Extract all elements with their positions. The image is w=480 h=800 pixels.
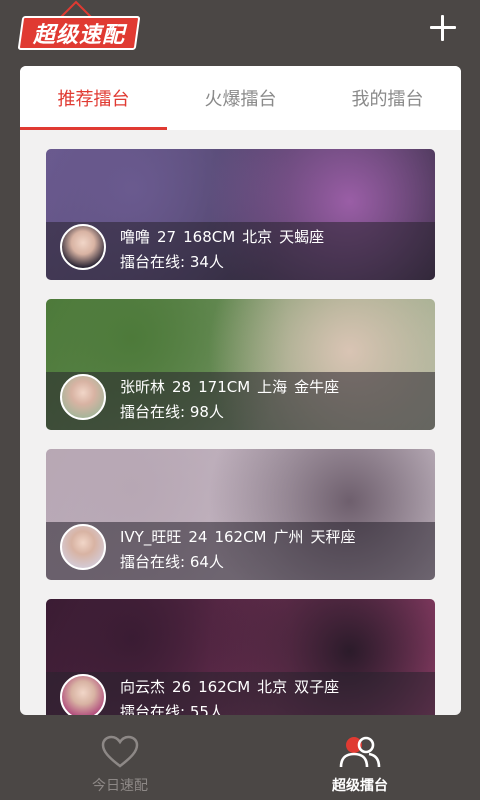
app-header: 超级速配 — [0, 0, 480, 62]
card-name: 噜噜 — [120, 228, 151, 246]
card-name: 向云杰 — [120, 678, 166, 696]
card-profile: 向云杰 26 162CM 北京 双子座 — [120, 676, 346, 697]
avatar[interactable] — [60, 224, 106, 270]
logo-text: 超级速配 — [32, 23, 125, 48]
card-height: 162CM — [198, 678, 251, 696]
nav-today-match[interactable]: 今日速配 — [0, 725, 240, 800]
avatar[interactable] — [60, 674, 106, 715]
card-sign: 天蝎座 — [279, 228, 325, 246]
card-city: 广州 — [273, 528, 304, 546]
bottom-nav: 今日速配 超级擂台 — [0, 725, 480, 800]
app-logo: 超级速配 — [17, 16, 141, 50]
main-panel: 推荐擂台 火爆擂台 我的擂台 噜噜 27 168CM 北京 天蝎座 擂台在线: 34人 … — [20, 66, 461, 715]
heart-icon — [101, 735, 139, 768]
card-profile: IVY_旺旺 24 162CM 广州 天秤座 — [120, 526, 363, 547]
card-age: 28 — [172, 378, 192, 396]
nav-super-arena[interactable]: 超级擂台 — [240, 725, 480, 800]
nav-label: 超级擂台 — [332, 778, 388, 794]
tab-recommended[interactable]: 推荐擂台 — [20, 66, 167, 130]
card-sign: 天秤座 — [310, 528, 356, 546]
nav-label: 今日速配 — [92, 778, 148, 794]
arena-list: 噜噜 27 168CM 北京 天蝎座 擂台在线: 34人 张昕林 28 171CM 上海 金牛座… — [46, 149, 435, 715]
card-online: 擂台在线: 55人 — [120, 703, 224, 715]
card-online: 擂台在线: 64人 — [120, 553, 224, 571]
card-name: IVY_旺旺 — [120, 528, 182, 546]
card-name: 张昕林 — [120, 378, 166, 396]
card-city: 上海 — [257, 378, 288, 396]
arena-card[interactable]: 向云杰 26 162CM 北京 双子座 擂台在线: 55人 — [46, 599, 435, 715]
card-city: 北京 — [257, 678, 288, 696]
card-height: 162CM — [214, 528, 267, 546]
arena-card[interactable]: 噜噜 27 168CM 北京 天蝎座 擂台在线: 34人 — [46, 149, 435, 280]
card-profile: 噜噜 27 168CM 北京 天蝎座 — [120, 226, 331, 247]
card-height: 168CM — [183, 228, 236, 246]
card-online: 擂台在线: 98人 — [120, 403, 224, 421]
people-icon — [339, 736, 381, 768]
card-age: 27 — [157, 228, 177, 246]
card-city: 北京 — [242, 228, 273, 246]
tab-bar: 推荐擂台 火爆擂台 我的擂台 — [20, 66, 461, 130]
arena-card[interactable]: 张昕林 28 171CM 上海 金牛座 擂台在线: 98人 — [46, 299, 435, 430]
arena-card[interactable]: IVY_旺旺 24 162CM 广州 天秤座 擂台在线: 64人 — [46, 449, 435, 580]
add-icon[interactable] — [430, 15, 456, 41]
card-online: 擂台在线: 34人 — [120, 253, 224, 271]
card-age: 26 — [172, 678, 192, 696]
tab-hot[interactable]: 火爆擂台 — [167, 66, 314, 130]
tab-mine[interactable]: 我的擂台 — [314, 66, 461, 130]
card-height: 171CM — [198, 378, 251, 396]
card-sign: 金牛座 — [294, 378, 340, 396]
avatar[interactable] — [60, 524, 106, 570]
avatar[interactable] — [60, 374, 106, 420]
card-profile: 张昕林 28 171CM 上海 金牛座 — [120, 376, 346, 397]
card-sign: 双子座 — [294, 678, 340, 696]
card-age: 24 — [188, 528, 208, 546]
